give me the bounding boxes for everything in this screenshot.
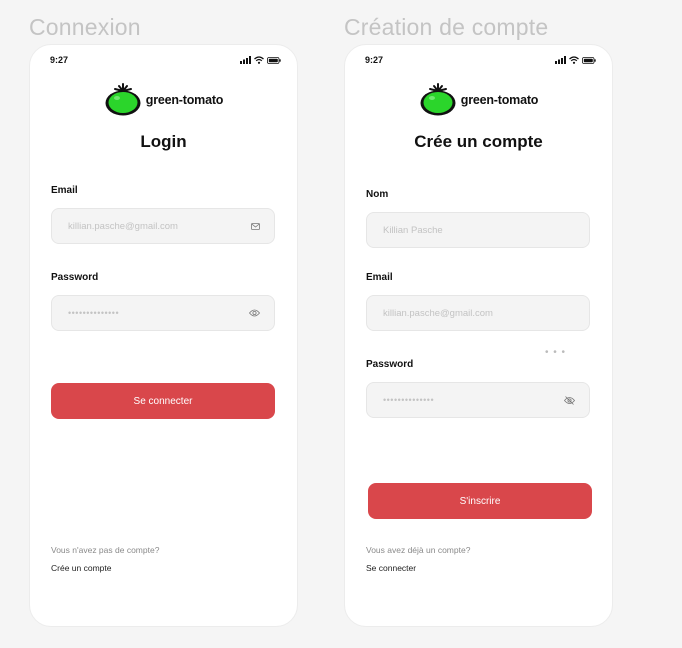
page-title: Crée un compte bbox=[414, 132, 543, 151]
name-label: Nom bbox=[366, 189, 389, 200]
phone-login: 9:27 green-tomato Login Email killian.pa… bbox=[29, 44, 298, 627]
name-field[interactable]: Killian Pasche bbox=[366, 212, 590, 248]
tomato-logo-icon bbox=[105, 83, 141, 116]
more-icon: • • • bbox=[545, 347, 567, 358]
page-title: Login bbox=[140, 132, 187, 151]
battery-icon bbox=[267, 56, 281, 64]
tomato-logo-icon bbox=[420, 83, 456, 116]
password-value: •••••••••••••• bbox=[383, 395, 435, 405]
signal-icon bbox=[240, 56, 251, 64]
brand-name: green-tomato bbox=[145, 93, 224, 107]
have-account-prompt: Vous avez déjà un compte? bbox=[366, 545, 471, 555]
login-link[interactable]: Se connecter bbox=[366, 563, 416, 573]
frame-title-signup: Création de compte bbox=[344, 14, 549, 40]
status-icons bbox=[555, 56, 596, 64]
frame-title-login: Connexion bbox=[29, 14, 141, 40]
email-label: Email bbox=[366, 272, 393, 283]
password-field[interactable]: •••••••••••••• bbox=[366, 382, 590, 418]
email-label: Email bbox=[51, 185, 78, 196]
password-label: Password bbox=[51, 272, 99, 283]
email-placeholder: killian.pasche@gmail.com bbox=[68, 220, 178, 232]
wifi-icon bbox=[254, 56, 264, 64]
brand-name: green-tomato bbox=[460, 93, 539, 107]
name-placeholder: Killian Pasche bbox=[383, 224, 443, 236]
brand-logo: green-tomato bbox=[30, 83, 297, 117]
password-value: •••••••••••••• bbox=[68, 308, 120, 318]
password-label: Password bbox=[366, 359, 414, 370]
password-field[interactable]: •••••••••••••• bbox=[51, 295, 275, 331]
battery-icon bbox=[582, 56, 596, 64]
status-time: 9:27 bbox=[365, 55, 384, 65]
status-icons bbox=[240, 56, 281, 64]
no-account-prompt: Vous n'avez pas de compte? bbox=[51, 545, 160, 555]
status-time: 9:27 bbox=[50, 55, 69, 65]
signup-button[interactable]: S'inscrire bbox=[368, 483, 592, 519]
eye-off-icon[interactable] bbox=[564, 395, 575, 405]
login-button[interactable]: Se connecter bbox=[51, 383, 275, 419]
wifi-icon bbox=[569, 56, 579, 64]
brand-logo: green-tomato bbox=[345, 83, 612, 117]
eye-icon[interactable] bbox=[249, 309, 260, 317]
email-placeholder: killian.pasche@gmail.com bbox=[383, 307, 493, 319]
email-field[interactable]: killian.pasche@gmail.com bbox=[51, 208, 275, 244]
create-account-link[interactable]: Crée un compte bbox=[51, 563, 111, 573]
phone-signup: 9:27 green-tomato Crée un compte Nom Kil… bbox=[344, 44, 613, 627]
signal-icon bbox=[555, 56, 566, 64]
mail-icon bbox=[251, 222, 260, 230]
status-bar: 9:27 bbox=[50, 53, 281, 67]
email-field[interactable]: killian.pasche@gmail.com bbox=[366, 295, 590, 331]
status-bar: 9:27 bbox=[365, 53, 596, 67]
